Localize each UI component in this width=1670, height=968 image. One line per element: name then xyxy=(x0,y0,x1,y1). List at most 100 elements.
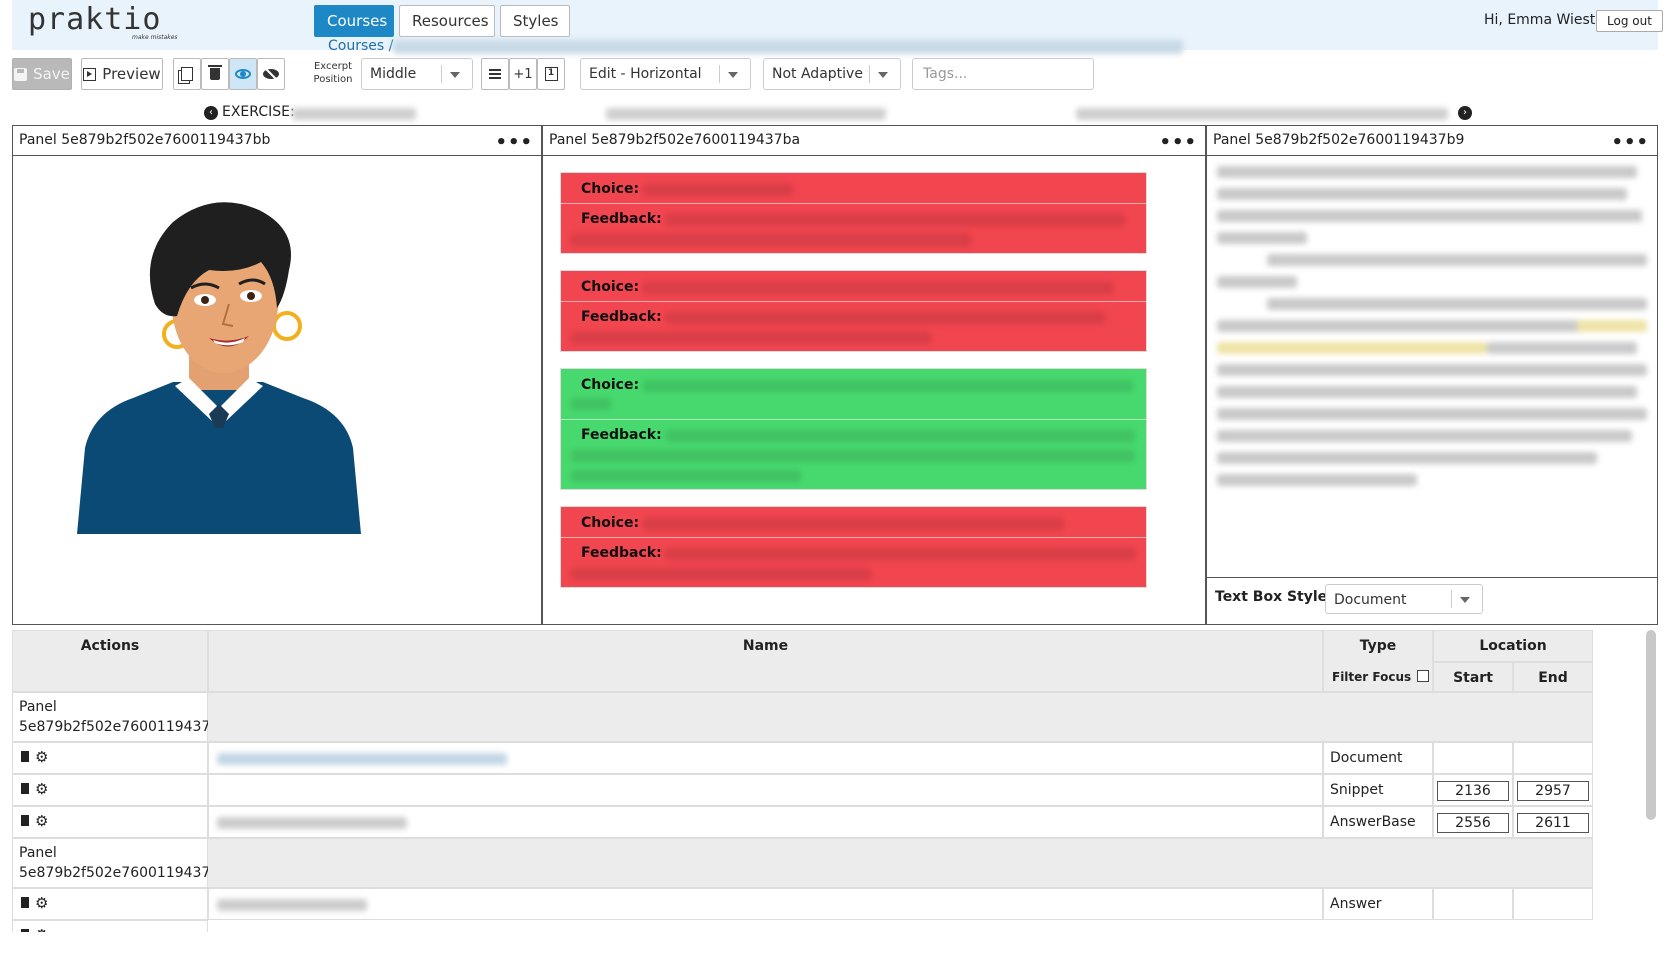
choice-card[interactable]: Choice: Feedback: xyxy=(560,270,1147,352)
end-header: End xyxy=(1538,670,1568,686)
nav-styles-button[interactable]: Styles xyxy=(500,5,570,37)
gear-icon[interactable]: ⚙ xyxy=(35,894,48,912)
choice-label: Choice: xyxy=(581,279,640,295)
avatar-earring-right xyxy=(272,311,302,341)
trash-icon[interactable] xyxy=(21,783,29,794)
name-header: Name xyxy=(742,638,789,654)
more-options-icon[interactable]: ••• xyxy=(1159,129,1197,157)
avatar-eye-right xyxy=(247,292,255,300)
preview-label: Preview xyxy=(102,65,161,83)
row-type: AnswerBase xyxy=(1323,806,1433,838)
choice-card-correct[interactable]: Choice: Feedback: xyxy=(560,368,1147,490)
trash-icon[interactable] xyxy=(21,897,29,908)
breadcrumb[interactable]: Courses / xyxy=(328,38,393,54)
logout-button[interactable]: Log out xyxy=(1596,10,1663,32)
more-options-icon[interactable]: ••• xyxy=(495,129,533,157)
row-actions: ⚙ xyxy=(12,742,208,774)
divider xyxy=(1207,577,1657,578)
gear-icon[interactable]: ⚙ xyxy=(35,926,48,932)
row-type: Snippet xyxy=(1323,774,1433,806)
nav-resources-button[interactable]: Resources xyxy=(399,5,495,37)
chevron-down-icon xyxy=(728,72,738,78)
gear-icon[interactable]: ⚙ xyxy=(35,780,48,798)
choice-card[interactable]: Choice: Feedback: xyxy=(560,506,1147,588)
panel-title: Panel 5e879b2f502e7600119437ba xyxy=(549,132,801,148)
end-input[interactable]: 2611 xyxy=(1517,813,1589,833)
logo-tagline: make mistakes xyxy=(132,34,178,41)
layout-value: Edit - Horizontal xyxy=(589,66,702,82)
feedback-label: Feedback: xyxy=(581,427,662,443)
avatar-eye-left xyxy=(201,296,209,304)
panel-choices[interactable]: Panel 5e879b2f502e7600119437ba ••• Choic… xyxy=(542,125,1206,625)
preview-button[interactable]: Preview xyxy=(81,58,163,90)
play-box-icon xyxy=(83,67,97,81)
trash-icon[interactable] xyxy=(21,815,29,826)
adaptive-value: Not Adaptive xyxy=(772,66,863,82)
copy-button[interactable] xyxy=(173,58,201,90)
next-exercise-icon[interactable]: › xyxy=(1458,106,1472,120)
excerpt-position-select[interactable]: Middle xyxy=(361,58,473,90)
text-box-style-select[interactable]: Document xyxy=(1325,584,1483,614)
excerpt-position-label: Excerpt Position xyxy=(313,61,353,85)
visibility-toggle-button[interactable] xyxy=(229,58,257,90)
plus-one-button[interactable]: +1 xyxy=(509,58,537,90)
choice-text-redacted xyxy=(643,380,1133,392)
breadcrumb-courses[interactable]: Courses / xyxy=(328,38,393,54)
hide-toggle-button[interactable] xyxy=(257,58,285,90)
row-type: Answer xyxy=(1323,888,1433,920)
delete-button[interactable] xyxy=(201,58,229,90)
row-type: Document xyxy=(1323,742,1433,774)
table-scrollbar[interactable] xyxy=(1646,630,1656,820)
trash-icon[interactable] xyxy=(21,751,29,762)
breadcrumb-redacted xyxy=(393,40,1183,54)
exercise-name-redacted xyxy=(292,108,416,120)
tags-input[interactable]: Tags... xyxy=(912,58,1094,90)
table-row-name[interactable] xyxy=(208,888,1323,920)
text-box-style-value: Document xyxy=(1334,592,1407,608)
copy-icon xyxy=(181,67,193,81)
praktio-logo[interactable]: praktio xyxy=(28,2,161,37)
panel-title: Panel 5e879b2f502e7600119437bb xyxy=(19,132,271,148)
start-input[interactable]: 2136 xyxy=(1437,781,1509,801)
page-one-button[interactable]: 1 xyxy=(537,58,565,90)
panel-header: Panel 5e879b2f502e7600119437bb ••• xyxy=(13,126,541,156)
table-row-name[interactable] xyxy=(208,806,1323,838)
gear-icon[interactable]: ⚙ xyxy=(35,748,48,766)
start-header: Start xyxy=(1453,670,1493,686)
location-header: Location xyxy=(1479,638,1547,654)
align-button[interactable] xyxy=(481,58,509,90)
exercise-title-redacted xyxy=(606,108,886,120)
filter-focus-label: Filter Focus xyxy=(1332,670,1412,684)
save-label: Save xyxy=(33,65,70,83)
choice-text-redacted xyxy=(643,518,1063,530)
align-lines-icon xyxy=(489,68,501,80)
document-text-redacted xyxy=(1207,156,1657,486)
floppy-icon xyxy=(14,67,28,81)
filter-focus-checkbox[interactable] xyxy=(1417,670,1429,682)
avatar-illustration xyxy=(77,202,361,534)
save-button[interactable]: Save xyxy=(12,58,72,90)
panel-header: Panel 5e879b2f502e7600119437b9 ••• xyxy=(1207,126,1657,156)
feedback-label: Feedback: xyxy=(581,545,662,561)
next-exercise-redacted xyxy=(1076,108,1448,120)
adaptive-select[interactable]: Not Adaptive xyxy=(763,58,901,90)
choice-label: Choice: xyxy=(581,377,640,393)
panel-avatar[interactable]: Panel 5e879b2f502e7600119437bb ••• xyxy=(12,125,542,625)
start-input[interactable]: 2556 xyxy=(1437,813,1509,833)
choice-text-redacted xyxy=(643,184,793,196)
feedback-label: Feedback: xyxy=(581,309,662,325)
nav-courses-button[interactable]: Courses xyxy=(314,5,394,37)
table-row-name[interactable] xyxy=(208,774,1323,806)
choice-card[interactable]: Choice: Feedback: xyxy=(560,172,1147,254)
choice-label: Choice: xyxy=(581,515,640,531)
end-input[interactable]: 2957 xyxy=(1517,781,1589,801)
panel-document[interactable]: Panel 5e879b2f502e7600119437b9 ••• Text … xyxy=(1206,125,1658,625)
actions-header: Actions xyxy=(80,638,140,654)
boxed-one-icon: 1 xyxy=(544,67,558,81)
gear-icon[interactable]: ⚙ xyxy=(35,812,48,830)
layout-select[interactable]: Edit - Horizontal xyxy=(580,58,751,90)
table-row-name[interactable] xyxy=(208,742,1323,774)
more-options-icon[interactable]: ••• xyxy=(1611,129,1649,157)
trash-icon[interactable] xyxy=(21,929,29,932)
previous-exercise-icon[interactable]: ‹ xyxy=(204,106,218,120)
